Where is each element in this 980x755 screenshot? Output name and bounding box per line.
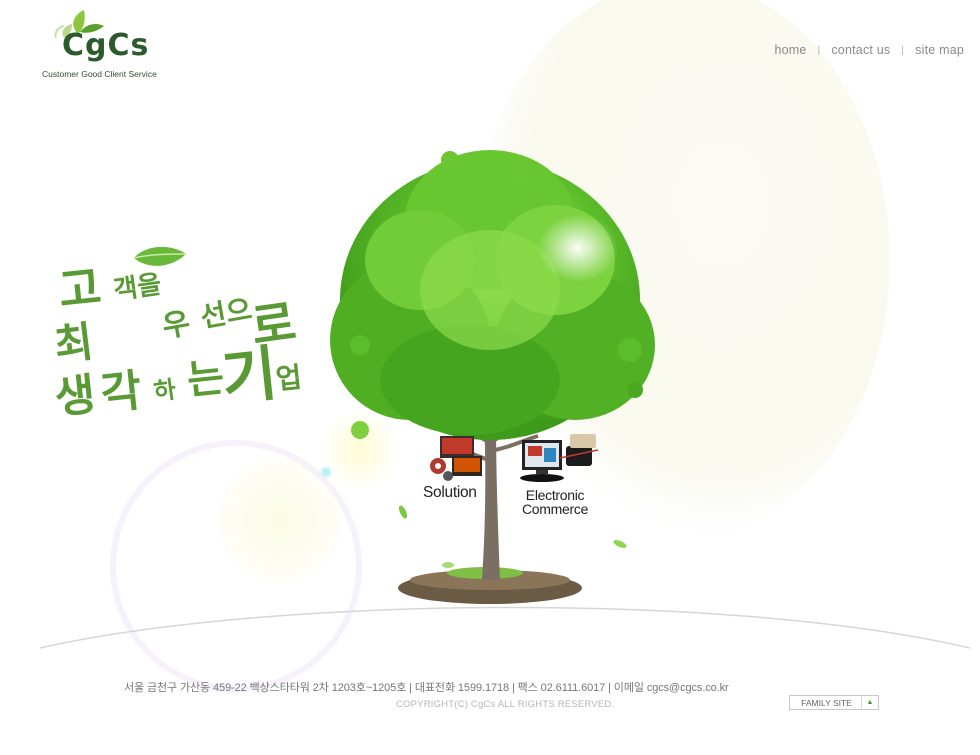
ecommerce-label-line2: Commerce [522, 501, 589, 517]
slogan-part: 생 [52, 369, 99, 425]
family-site-label: FAMILY SITE [801, 697, 852, 708]
nav-separator: | [817, 44, 821, 56]
nav-home-link[interactable]: home [774, 43, 806, 57]
logo-tagline: Customer Good Client Service [42, 69, 157, 79]
nav-contact-us-link[interactable]: contact us [831, 43, 890, 57]
tree-illustration [330, 150, 655, 604]
footer-copyright: COPYRIGHT(C) CgCs ALL RIGHTS RESERVED. [396, 699, 615, 710]
slogan-part: 객을 [111, 269, 164, 307]
triangle-up-icon[interactable]: ▲ [861, 696, 878, 709]
logo-text: CgCs [62, 28, 150, 63]
site-logo[interactable]: CgCs Customer Good Client Service [40, 8, 180, 84]
ground-horizon [39, 606, 971, 649]
ecommerce-product-icon [520, 434, 599, 482]
slogan: 고 객을 최 우 선으 로 생 각 하 는 기 업 [52, 250, 328, 440]
solution-label: Solution [423, 484, 477, 501]
slogan-part: 하 [151, 374, 178, 407]
slogan-part: 기 [218, 338, 281, 415]
family-site-select[interactable]: FAMILY SITE ▲ [789, 695, 879, 710]
footer-address: 서울 금천구 가산동 459-22 백상스타타워 2차 1203호~1205호 … [124, 682, 729, 694]
electronic-commerce-link[interactable]: Electronic Commerce [514, 430, 614, 522]
page: CgCs Customer Good Client Service home |… [0, 0, 980, 755]
slogan-part: 각 [98, 365, 145, 421]
top-nav: home | contact us | site map [774, 43, 964, 57]
ecommerce-label: Electronic Commerce [522, 488, 588, 516]
solution-product-icon [430, 436, 482, 481]
solution-link[interactable]: Solution [418, 432, 518, 507]
slogan-part: 우 [159, 305, 194, 346]
nav-site-map-link[interactable]: site map [915, 43, 964, 57]
nav-separator: | [901, 44, 905, 56]
